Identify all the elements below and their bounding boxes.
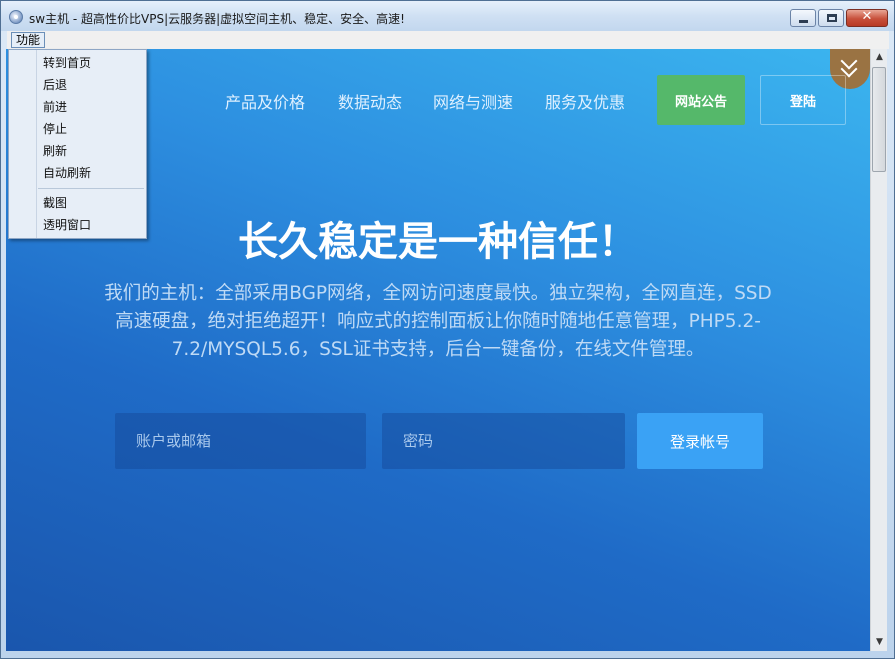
login-button[interactable]: 登陆 <box>760 75 846 125</box>
menu-separator <box>38 188 144 189</box>
account-input[interactable]: 账户或邮箱 <box>115 413 366 469</box>
nav-products[interactable]: 产品及价格 <box>225 89 305 113</box>
title-bar[interactable]: sw主机 - 超高性价比VPS|云服务器|虚拟空间主机、稳定、安全、高速! ✕ <box>1 1 894 31</box>
notice-button[interactable]: 网站公告 <box>657 75 745 125</box>
menu-bar: 功能 <box>7 31 889 49</box>
menu-item-auto-refresh[interactable]: 自动刷新 <box>43 162 91 184</box>
menu-item-back[interactable]: 后退 <box>43 74 67 96</box>
nav-network-speedtest[interactable]: 网络与测速 <box>433 89 513 113</box>
vertical-scrollbar[interactable]: ▲ ▼ <box>870 49 887 651</box>
close-icon: ✕ <box>861 9 873 24</box>
menu-item-home[interactable]: 转到首页 <box>43 52 91 74</box>
scroll-up-icon[interactable]: ▲ <box>871 49 888 66</box>
window-title: sw主机 - 超高性价比VPS|云服务器|虚拟空间主机、稳定、安全、高速! <box>29 12 405 26</box>
nav-data-updates[interactable]: 数据动态 <box>338 89 402 113</box>
password-input[interactable]: 密码 <box>382 413 625 469</box>
app-icon <box>9 10 23 24</box>
close-button[interactable]: ✕ <box>846 9 888 27</box>
minimize-icon <box>799 20 808 23</box>
nav-services[interactable]: 服务及优惠 <box>545 89 625 113</box>
minimize-button[interactable] <box>790 9 816 27</box>
menu-function[interactable]: 功能 <box>11 32 46 48</box>
function-dropdown-menu: 转到首页 后退 前进 停止 刷新 自动刷新 截图 透明窗口 <box>8 49 147 239</box>
maximize-button[interactable] <box>818 9 844 27</box>
hero-description: 我们的主机：全部采用BGP网络，全网访问速度最快。独立架构，全网直连，SSD高速… <box>104 283 772 360</box>
maximize-icon <box>827 14 837 22</box>
menu-item-forward[interactable]: 前进 <box>43 96 67 118</box>
window-controls: ✕ <box>790 9 888 27</box>
scroll-down-icon[interactable]: ▼ <box>871 634 888 651</box>
menu-item-transparent-window[interactable]: 透明窗口 <box>43 214 91 236</box>
menu-item-refresh[interactable]: 刷新 <box>43 140 67 162</box>
menu-item-screenshot[interactable]: 截图 <box>43 192 67 214</box>
scroll-thumb[interactable] <box>872 67 886 172</box>
menu-item-stop[interactable]: 停止 <box>43 118 67 140</box>
login-submit-button[interactable]: 登录帐号 <box>637 413 763 469</box>
